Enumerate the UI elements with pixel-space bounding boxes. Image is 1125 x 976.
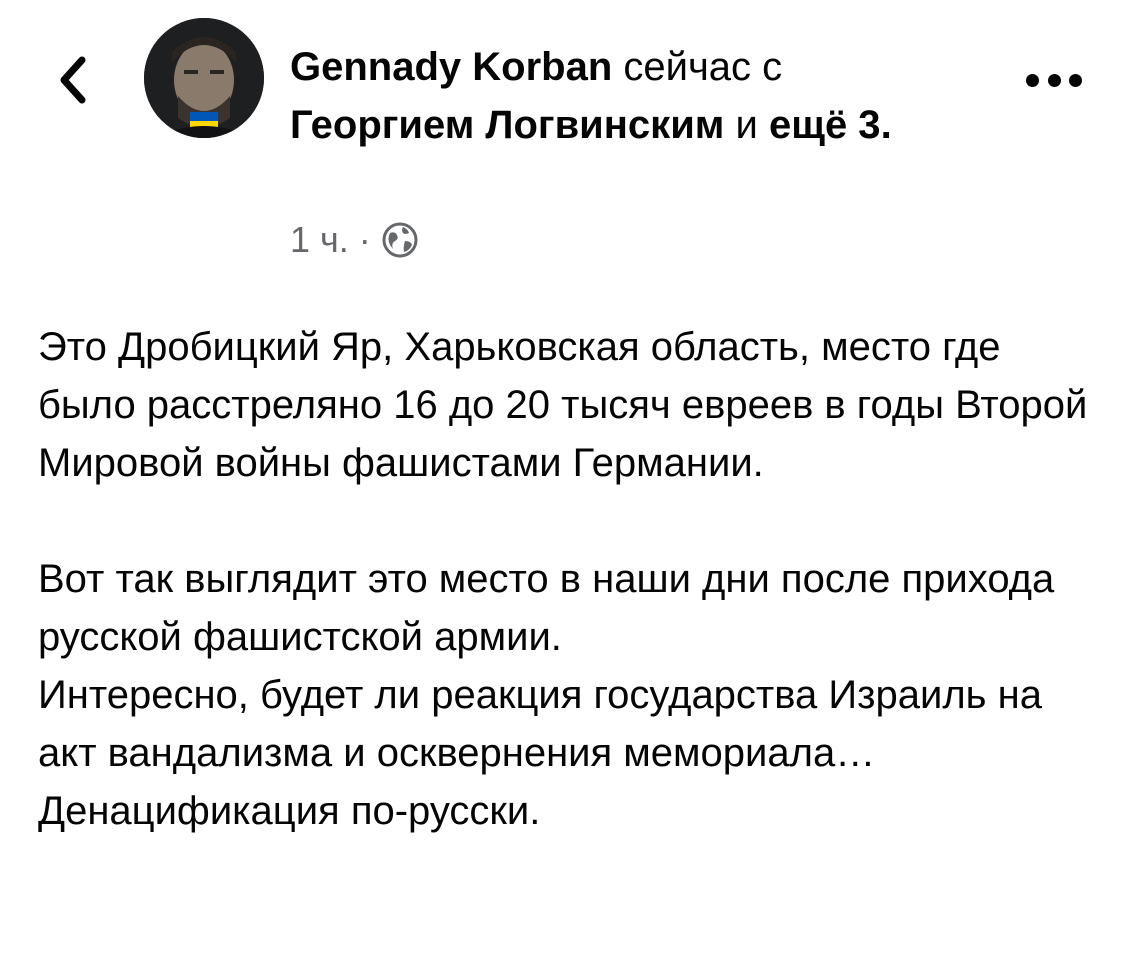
facebook-post-screen: Gennady Korban сейчас с Георгием Логвинс…	[0, 0, 1125, 976]
more-tagged-link[interactable]: ещё 3	[769, 103, 881, 147]
more-options-dot	[1069, 73, 1082, 87]
more-options-dot	[1047, 73, 1061, 87]
and-label: и	[724, 103, 769, 147]
author-name[interactable]: Gennady Korban	[290, 45, 612, 89]
post-line: Вот так выглядит это место в наши дни по…	[38, 557, 1055, 659]
post-line: Интересно, будет ли реакция государства …	[38, 673, 1042, 775]
meta-separator: ·	[358, 219, 371, 260]
post-header: Gennady Korban сейчас с Георгием Логвинс…	[290, 38, 970, 154]
with-label: сейчас с	[612, 45, 783, 89]
avatar-image	[144, 18, 264, 138]
post-meta: 1 ч. ·	[290, 216, 419, 264]
avatar[interactable]	[144, 18, 264, 138]
more-options-icon	[1026, 73, 1039, 87]
more-options-button[interactable]	[1026, 62, 1082, 98]
back-button[interactable]	[48, 52, 96, 108]
header-trailing-dot: .	[880, 103, 892, 147]
chevron-left-icon	[60, 56, 86, 104]
tagged-person[interactable]: Георгием Логвинским	[290, 103, 724, 147]
globe-icon[interactable]	[381, 221, 419, 259]
ukraine-flag-top	[190, 112, 218, 121]
post-paragraph: Это Дробицкий Яр, Харьковская область, м…	[38, 325, 1088, 485]
post-line: Денацификация по-русски.	[38, 789, 541, 833]
post-text: Это Дробицкий Яр, Харьковская область, м…	[38, 318, 1098, 840]
post-time[interactable]: 1 ч.	[290, 219, 349, 261]
